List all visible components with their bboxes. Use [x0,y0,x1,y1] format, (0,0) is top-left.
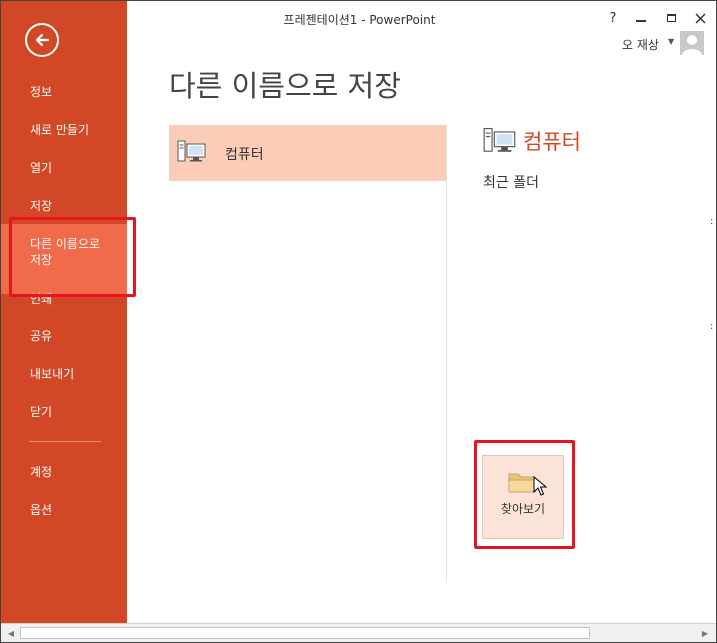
scrollbar-thumb[interactable] [20,627,590,639]
nav-item-print[interactable]: 인쇄 [1,291,127,307]
close-icon [694,12,706,24]
maximize-button[interactable] [661,9,681,27]
scroll-left-arrow-icon[interactable]: ◀ [4,627,18,639]
caret-down-icon[interactable]: ▼ [668,37,674,46]
back-button[interactable] [25,23,59,57]
person-icon [680,31,704,55]
browse-button[interactable]: 찾아보기 [482,455,564,539]
nav-item-save-as[interactable]: 다른 이름으로 저장 [1,224,127,294]
nav-divider [29,441,101,442]
backstage-sidebar: 정보 새로 만들기 열기 저장 다른 이름으로 저장 인쇄 공유 내보내기 닫기… [1,1,127,623]
recent-folders-label: 최근 폴더 [483,175,539,191]
computer-icon [177,139,207,169]
nav-item-save[interactable]: 저장 [1,198,127,214]
minimize-button[interactable] [631,9,651,27]
detail-heading: 컴퓨터 [523,130,581,154]
browse-button-label: 찾아보기 [500,502,546,516]
horizontal-scrollbar[interactable]: ◀ ▶ [1,623,716,642]
nav-item-close[interactable]: 닫기 [1,404,127,420]
panel-divider [446,125,447,581]
place-item-label: 컴퓨터 [225,147,264,163]
maximize-icon [666,14,676,22]
help-button[interactable]: ? [603,9,623,27]
nav-item-options[interactable]: 옵션 [1,502,127,518]
nav-item-account[interactable]: 계정 [1,464,127,480]
edge-fragment: : [710,216,714,227]
mouse-cursor-icon [533,475,548,500]
page-title: 다른 이름으로 저장 [169,69,401,103]
close-button[interactable] [690,9,710,27]
powerpoint-window: 정보 새로 만들기 열기 저장 다른 이름으로 저장 인쇄 공유 내보내기 닫기… [0,0,717,643]
place-item-computer[interactable]: 컴퓨터 [169,125,446,181]
user-name[interactable]: 오 재상 [622,36,659,53]
nav-item-share[interactable]: 공유 [1,328,127,344]
nav-item-export[interactable]: 내보내기 [1,366,127,382]
edge-fragment: : [710,321,714,332]
minimize-icon [636,20,646,22]
scroll-right-arrow-icon[interactable]: ▶ [698,627,712,639]
arrow-left-icon [35,33,50,47]
avatar[interactable] [680,31,704,55]
computer-icon [483,126,517,160]
nav-item-new[interactable]: 새로 만들기 [1,122,127,138]
nav-item-info[interactable]: 정보 [1,84,127,100]
nav-item-open[interactable]: 열기 [1,160,127,176]
